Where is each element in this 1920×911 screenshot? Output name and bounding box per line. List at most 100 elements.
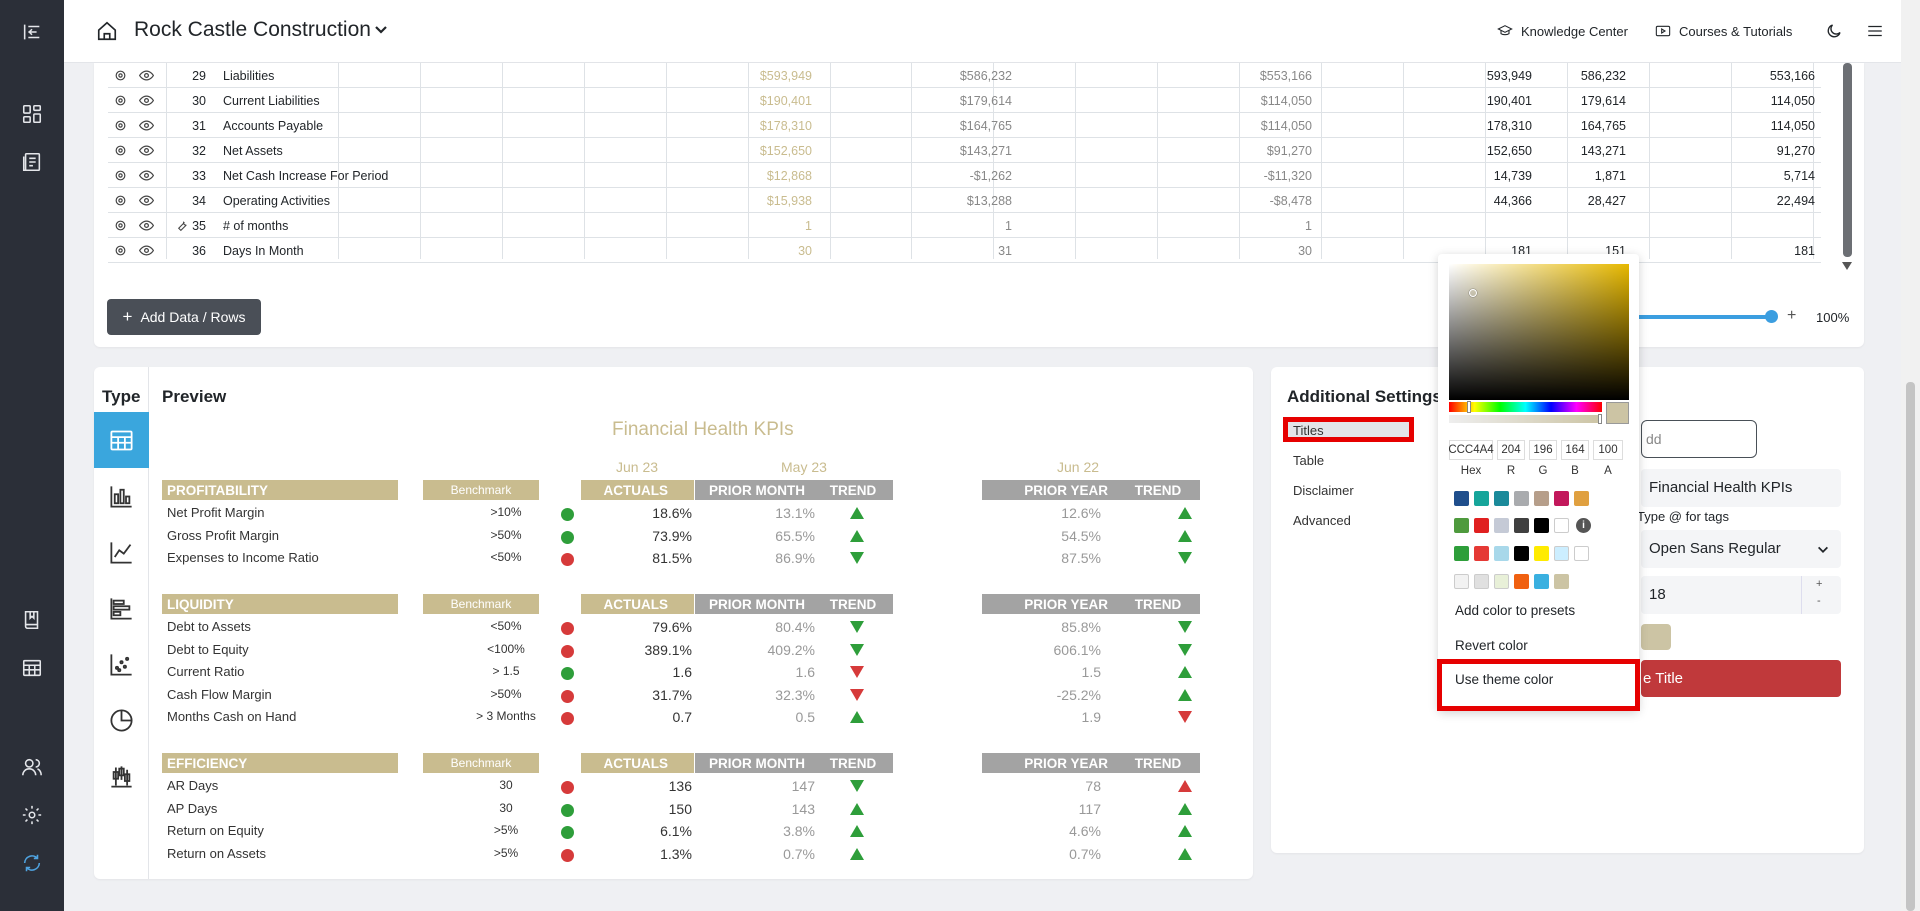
row-visibility-icon[interactable] [139,169,154,182]
table-type-button[interactable] [94,412,149,468]
cell-value[interactable]: -$1,262 [970,169,1012,183]
cell-value[interactable]: $114,050 [1261,119,1312,133]
cell-value[interactable]: 164,765 [1581,119,1626,133]
preset-color-swatch[interactable] [1514,518,1529,533]
candlestick-type-button[interactable] [94,748,149,804]
cell-value[interactable]: 553,166 [1770,69,1815,83]
cell-value[interactable]: 152,650 [1487,144,1532,158]
cell-value[interactable]: 30 [798,244,812,258]
table-row[interactable]: 30 Current Liabilities $190,401 $179,614 $11… [108,88,1821,113]
table-row[interactable]: 34 Operating Activities $15,938 $13,288 -$8,… [108,188,1821,213]
remove-title-button[interactable]: e Title [1641,660,1841,697]
info-icon[interactable]: i [1576,518,1591,533]
cell-value[interactable]: 593,949 [1487,69,1532,83]
chevron-down-icon[interactable] [1816,543,1830,557]
cell-value[interactable]: 190,401 [1487,94,1532,108]
chevron-down-icon[interactable] [373,22,389,38]
title-input[interactable]: Financial Health KPIs [1641,469,1841,507]
cell-value[interactable]: 5,714 [1784,169,1815,183]
hue-handle[interactable] [1467,401,1471,413]
font-select[interactable]: Open Sans Regular [1641,530,1841,568]
title-color-swatch[interactable] [1641,624,1671,650]
row-settings-icon[interactable] [114,144,127,157]
preset-color-swatch[interactable] [1474,518,1489,533]
row-settings-icon[interactable] [114,69,127,82]
users-icon[interactable] [20,755,44,779]
book-icon[interactable] [20,608,44,632]
zoom-slider-handle[interactable] [1765,310,1778,323]
tab-disclaimer[interactable]: Disclaimer [1293,483,1354,498]
preset-color-swatch[interactable] [1454,491,1469,506]
line-chart-type-button[interactable] [94,524,149,580]
preset-color-swatch[interactable] [1454,518,1469,533]
alpha-slider[interactable] [1449,415,1602,423]
row-settings-icon[interactable] [114,219,127,232]
hamburger-menu-icon[interactable] [1866,22,1884,40]
cell-value[interactable]: 181 [1794,244,1815,258]
revert-color[interactable]: Revert color [1455,638,1528,653]
cell-value[interactable]: 91,270 [1777,144,1815,158]
cell-value[interactable]: $190,401 [760,94,812,108]
row-visibility-icon[interactable] [139,94,154,107]
cell-value[interactable]: 31 [998,244,1012,258]
preset-color-swatch[interactable] [1494,574,1509,589]
font-size-increment[interactable]: + [1816,578,1822,590]
cell-value[interactable]: $15,938 [767,194,812,208]
saturation-value-area[interactable] [1449,264,1629,400]
saturation-handle[interactable] [1469,289,1477,297]
settings-gear-icon[interactable] [20,803,44,827]
cell-value[interactable]: $152,650 [760,144,812,158]
row-visibility-icon[interactable] [139,244,154,257]
preset-color-swatch[interactable] [1574,546,1589,561]
cell-value[interactable]: $586,232 [960,69,1012,83]
bar-chart-type-button[interactable] [94,468,149,524]
row-visibility-icon[interactable] [139,69,154,82]
font-size-decrement[interactable]: - [1817,595,1821,607]
scatter-type-button[interactable] [94,636,149,692]
row-visibility-icon[interactable] [139,144,154,157]
add-data-rows-button[interactable]: + Add Data / Rows [107,299,261,335]
collapse-menu-icon[interactable] [20,20,44,44]
cell-value[interactable]: $13,288 [967,194,1012,208]
tab-table[interactable]: Table [1293,453,1324,468]
row-settings-icon[interactable] [114,94,127,107]
home-icon[interactable] [96,20,118,42]
cell-value[interactable]: $143,271 [960,144,1012,158]
blue-input[interactable]: 164 [1561,440,1589,460]
cell-value[interactable]: 178,310 [1487,119,1532,133]
cell-value[interactable]: $114,050 [1261,94,1312,108]
preset-color-swatch[interactable] [1474,491,1489,506]
cell-value[interactable]: $178,310 [760,119,812,133]
cell-value[interactable]: 179,614 [1581,94,1626,108]
preset-color-swatch[interactable] [1554,491,1569,506]
cell-value[interactable]: $164,765 [960,119,1012,133]
preset-color-swatch[interactable] [1454,574,1469,589]
preset-color-swatch[interactable] [1474,546,1489,561]
preset-color-swatch[interactable] [1494,518,1509,533]
table-row[interactable]: 32 Net Assets $152,650 $143,271 $91,270 152,6… [108,138,1821,163]
preset-color-swatch[interactable] [1454,546,1469,561]
cell-value[interactable]: $593,949 [760,69,812,83]
table-scrollbar[interactable] [1843,63,1852,257]
cell-value[interactable]: 28,427 [1588,194,1626,208]
preset-color-swatch[interactable] [1514,574,1529,589]
cell-value[interactable]: 1 [805,219,812,233]
zoom-slider[interactable] [1636,315,1770,319]
row-visibility-icon[interactable] [139,119,154,132]
preset-color-swatch[interactable] [1554,546,1569,561]
cell-value[interactable]: $12,868 [767,169,812,183]
pie-type-button[interactable] [94,692,149,748]
preset-color-swatch[interactable] [1474,574,1489,589]
preset-color-swatch[interactable] [1534,491,1549,506]
green-input[interactable]: 196 [1529,440,1557,460]
page-scrollbar[interactable] [1901,0,1920,911]
table-row[interactable]: 33 Net Cash Increase For Period $12,868 -$1… [108,163,1821,188]
cell-value[interactable]: $179,614 [960,94,1012,108]
row-settings-icon[interactable] [114,194,127,207]
preset-color-swatch[interactable] [1514,546,1529,561]
dashboard-icon[interactable] [20,102,44,126]
table-row[interactable]: 31 Accounts Payable $178,310 $164,765 $114,0… [108,113,1821,138]
tab-advanced[interactable]: Advanced [1293,513,1351,528]
page-scrollbar-thumb[interactable] [1906,382,1915,911]
preset-color-swatch[interactable] [1514,491,1529,506]
